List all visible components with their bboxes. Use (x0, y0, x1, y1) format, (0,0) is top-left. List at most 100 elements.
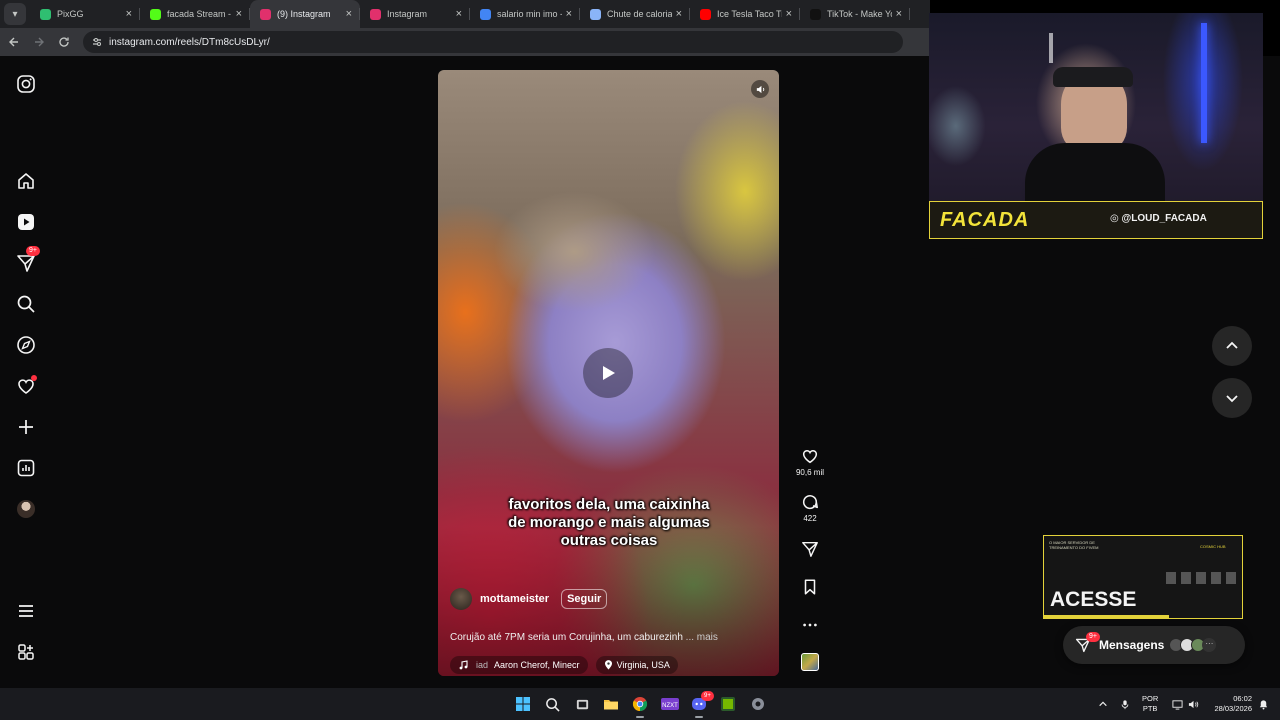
play-button[interactable] (583, 348, 633, 398)
ad-thumbnails (1166, 572, 1241, 584)
ad-small-text: O MAIOR SERVIDOR DE TREINAMENTO DO FIVEM (1049, 540, 1099, 550)
create-icon[interactable] (14, 415, 38, 439)
audio-prefix: iad (476, 660, 489, 670)
direct-messages-icon[interactable]: 9+ (14, 246, 40, 275)
more-menu-icon[interactable] (14, 599, 38, 623)
address-bar[interactable]: instagram.com/reels/DTm8cUsDLyr/ (83, 31, 903, 53)
explore-icon[interactable] (14, 333, 38, 357)
settings-gear-icon[interactable] (749, 695, 767, 713)
home-icon[interactable] (14, 169, 38, 193)
share-action[interactable] (790, 540, 830, 558)
browser-tab[interactable]: Instagram × (360, 0, 470, 28)
reel-video[interactable]: favoritos dela, uma caixinha de morango … (438, 70, 779, 676)
browser-tab[interactable]: Chute de calorias × (580, 0, 690, 28)
tab-favicon-icon (40, 8, 51, 20)
tab-close-icon[interactable]: × (566, 8, 572, 20)
instagram-logo-icon[interactable] (14, 72, 38, 96)
next-reel-button[interactable] (1212, 378, 1252, 418)
browser-tab[interactable]: Ice Tesla Taco Tre × (690, 0, 800, 28)
svg-text:NZXT: NZXT (662, 703, 678, 709)
more-options-action[interactable] (790, 616, 830, 634)
tab-close-icon[interactable]: × (676, 8, 682, 20)
mute-button[interactable] (751, 80, 769, 98)
search-icon[interactable] (14, 292, 38, 316)
messages-label: Mensagens (1099, 638, 1165, 652)
follow-button[interactable]: Seguir (561, 589, 608, 609)
nvidia-icon[interactable] (719, 695, 737, 713)
tab-close-icon[interactable]: × (236, 8, 242, 20)
notification-center-icon[interactable] (1256, 695, 1270, 713)
chrome-icon[interactable] (631, 695, 649, 718)
light-strip (1049, 33, 1053, 63)
nzxt-cam-icon[interactable]: NZXT (661, 695, 679, 713)
search-icon[interactable] (543, 695, 561, 713)
stream-banner: FACADA ◎ @LOUD_FACADA (929, 201, 1263, 239)
reels-icon[interactable] (14, 210, 38, 234)
browser-tab[interactable]: salario min imo - × (470, 0, 580, 28)
tab-favicon-icon (260, 8, 271, 20)
tab-close-icon[interactable]: × (456, 8, 462, 20)
discord-badge: 9+ (701, 691, 714, 701)
browser-tab[interactable]: (9) Instagram × (250, 0, 360, 28)
caption-line: favoritos dela, uma caixinha (508, 496, 710, 513)
file-explorer-icon[interactable] (602, 695, 620, 713)
webcam-overlay: FACADA ◎ @LOUD_FACADA (929, 13, 1263, 239)
tab-close-icon[interactable]: × (896, 8, 902, 20)
keyboard-language[interactable]: POR PTB (1142, 694, 1158, 714)
browser-tab[interactable]: TikTok - Make Yo × (800, 0, 910, 28)
reload-button[interactable] (53, 31, 75, 53)
bookmark-icon (804, 579, 816, 595)
browser-toolbar: instagram.com/reels/DTm8cUsDLyr/ (0, 28, 930, 56)
tab-title: facada Stream - W (167, 9, 232, 19)
forward-button[interactable] (28, 31, 50, 53)
music-note-icon (459, 660, 468, 670)
save-action[interactable] (790, 578, 830, 596)
tab-favicon-icon (700, 8, 711, 20)
stream-handle: ◎ @LOUD_FACADA (1110, 213, 1207, 224)
tab-close-icon[interactable]: × (786, 8, 792, 20)
system-clock[interactable]: 06:02 28/03/2026 (1206, 694, 1252, 714)
ellipsis-icon (803, 623, 817, 627)
streamer-body (1025, 143, 1165, 203)
tab-favicon-icon (810, 8, 821, 20)
like-action[interactable]: 90,6 mil (790, 447, 830, 477)
tab-title: Ice Tesla Taco Tre (717, 9, 782, 19)
tab-search-button[interactable]: ▾ (4, 3, 26, 25)
stream-logo: FACADA (940, 208, 1030, 231)
task-view-icon[interactable] (573, 695, 591, 713)
location-pill[interactable]: Virginia, USA (595, 656, 678, 674)
audio-pill[interactable]: iad Aaron Cherof, Minecr (450, 656, 588, 674)
windows-start-icon[interactable] (514, 695, 532, 713)
previous-reel-button[interactable] (1212, 326, 1252, 366)
video-caption: favoritos dela, uma caixinha de morango … (478, 496, 740, 550)
more-link[interactable]: ... mais (686, 632, 718, 643)
tab-close-icon[interactable]: × (126, 8, 132, 20)
tab-favicon-icon (370, 8, 381, 20)
clock-time: 06:02 (1233, 694, 1252, 703)
also-from-meta-icon[interactable] (14, 640, 38, 664)
author-avatar[interactable] (450, 588, 472, 610)
browser-tab[interactable]: PixGG × (30, 0, 140, 28)
microphone-icon[interactable] (1118, 695, 1132, 713)
profile-avatar[interactable] (14, 497, 38, 521)
location-text: Virginia, USA (616, 660, 670, 670)
discord-icon[interactable]: 9+ (690, 691, 714, 718)
language-code: POR (1142, 694, 1159, 703)
back-button[interactable] (3, 31, 25, 53)
author-name[interactable]: mottameister (480, 593, 549, 605)
dashboard-icon[interactable] (14, 456, 38, 480)
tab-close-icon[interactable]: × (346, 8, 352, 20)
comment-action[interactable]: 422 (790, 493, 830, 523)
site-settings-icon[interactable] (91, 36, 103, 48)
audio-thumbnail[interactable] (801, 653, 819, 671)
chevron-up-icon[interactable] (1096, 695, 1110, 713)
tab-favicon-icon (480, 8, 491, 20)
notifications-heart-icon[interactable] (14, 374, 38, 398)
send-icon (802, 541, 818, 557)
volume-icon[interactable] (1186, 695, 1200, 713)
network-icon[interactable] (1170, 695, 1184, 713)
notifications-badge: 9+ (26, 246, 40, 256)
browser-tab[interactable]: facada Stream - W × (140, 0, 250, 28)
more-avatars: ··· (1202, 638, 1217, 652)
messages-pill[interactable]: 9+ Mensagens ··· (1063, 626, 1245, 664)
